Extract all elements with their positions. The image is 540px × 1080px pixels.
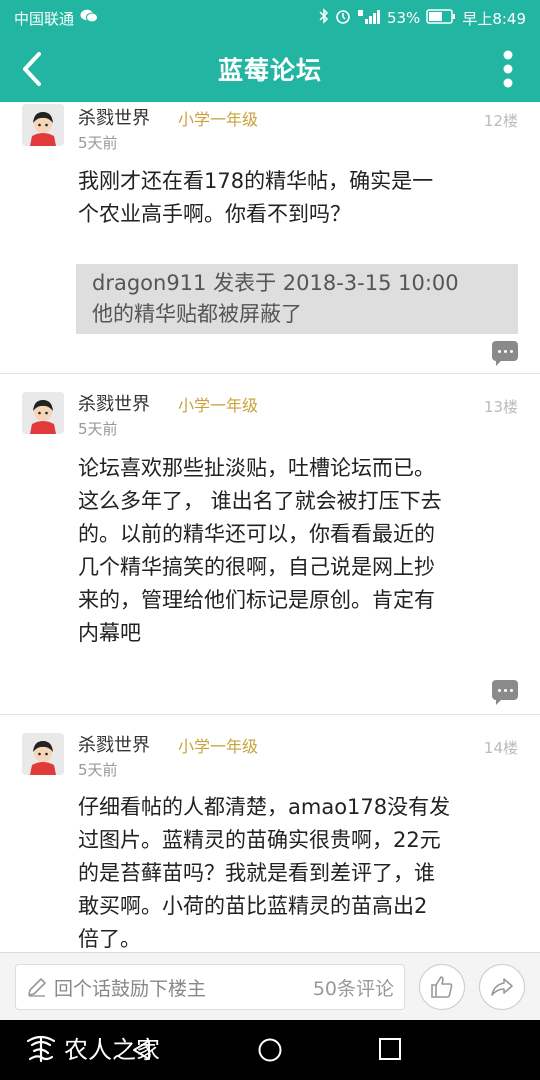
battery-percent: 53%	[386, 9, 421, 27]
quote-text: 他的精华贴都被屏蔽了	[92, 302, 302, 326]
wechat-icon	[80, 9, 99, 27]
comment-count[interactable]: 50条评论	[313, 974, 394, 1001]
back-button[interactable]	[0, 36, 64, 102]
post-list[interactable]: 杀戮世界 小学一年级 5天前 12楼 我刚才还在看178的精华帖，确实是一 个农…	[0, 102, 540, 952]
more-vertical-icon	[503, 50, 513, 88]
signal-icon	[357, 8, 381, 28]
comment-button[interactable]	[492, 680, 518, 705]
reply-line: 的是苔藓苗吗？我就是看到差评了，谁	[78, 861, 435, 885]
reply-line: 敢买啊。小荷的苗比蓝精灵的苗高出2	[78, 894, 428, 918]
thumbs-up-icon	[431, 976, 453, 998]
reply-item: 杀戮世界 小学一年级 5天前 12楼 我刚才还在看178的精华帖，确实是一 个农…	[0, 102, 540, 374]
username[interactable]: 杀戮世界	[78, 390, 150, 416]
post-time: 5天前	[78, 134, 118, 152]
reply-line: 的。以前的精华还可以，你看看最近的	[78, 522, 435, 546]
reply-line: 这么多年了， 谁出名了就会被打压下去	[78, 489, 442, 513]
share-icon	[491, 978, 513, 996]
nav-home-icon[interactable]	[257, 1037, 283, 1063]
user-grade-badge: 小学一年级	[178, 737, 259, 756]
reply-content: 论坛喜欢那些扯淡贴，吐槽论坛而已。 这么多年了， 谁出名了就会被打压下去 的。以…	[78, 452, 510, 650]
reply-content: 我刚才还在看178的精华帖，确实是一 个农业高手啊。你看不到吗？	[78, 165, 510, 231]
user-grade-badge: 小学一年级	[178, 396, 259, 415]
bluetooth-icon	[319, 8, 329, 28]
nav-recents-icon[interactable]	[378, 1037, 402, 1061]
share-button[interactable]	[479, 964, 525, 1010]
reply-line: 论坛喜欢那些扯淡贴，吐槽论坛而已。	[78, 456, 435, 480]
post-time: 5天前	[78, 761, 118, 779]
reply-line: 过图片。蓝精灵的苗确实很贵啊，22元	[78, 828, 441, 852]
back-arrow-icon	[23, 52, 41, 86]
reply-line: 我刚才还在看178的精华帖，确实是一	[78, 169, 434, 193]
username[interactable]: 杀戮世界	[78, 104, 150, 130]
reply-line: 内幕吧	[78, 621, 141, 645]
user-grade-badge: 小学一年级	[178, 110, 259, 129]
alarm-icon	[335, 8, 351, 28]
avatar[interactable]	[22, 104, 64, 146]
reply-line: 几个精华搞笑的很啊，自己说是网上抄	[78, 555, 435, 579]
reply-line: 倍了。	[78, 927, 141, 951]
quote-header: dragon911 发表于 2018-3-15 10:00	[92, 271, 459, 295]
nav-back-icon[interactable]	[130, 1038, 154, 1062]
reply-placeholder: 回个话鼓励下楼主	[54, 977, 207, 1000]
avatar[interactable]	[22, 733, 64, 775]
app-bar: 蓝莓论坛	[0, 36, 540, 102]
reply-item: 杀戮世界 小学一年级 5天前 13楼 论坛喜欢那些扯淡贴，吐槽论坛而已。 这么多…	[0, 374, 540, 715]
post-time: 5天前	[78, 420, 118, 438]
reply-line: 来的，管理给他们标记是原创。肯定有	[78, 588, 435, 612]
like-button[interactable]	[419, 964, 465, 1010]
floor-number: 14楼	[483, 739, 518, 757]
status-bar: 中国联通 53% 早上8:49	[0, 0, 540, 36]
page-title: 蓝莓论坛	[217, 56, 322, 85]
edit-pencil-icon	[28, 978, 46, 997]
carrier-label: 中国联通	[14, 9, 75, 28]
quote-block: dragon911 发表于 2018-3-15 10:00 他的精华贴都被屏蔽了	[76, 264, 518, 334]
comment-button[interactable]	[492, 341, 518, 366]
floor-number: 12楼	[483, 112, 518, 130]
clock-label: 早上8:49	[462, 9, 526, 28]
reply-line: 仔细看帖的人都清楚，amao178没有发	[78, 795, 451, 819]
reply-item: 杀戮世界 小学一年级 5天前 14楼 仔细看帖的人都清楚，amao178没有发 …	[0, 715, 540, 952]
reply-line: 个农业高手啊。你看不到吗？	[78, 202, 351, 226]
system-nav-bar: 农人之家	[0, 1020, 540, 1080]
floor-number: 13楼	[483, 398, 518, 416]
reply-bar: 回个话鼓励下楼主 50条评论	[0, 952, 540, 1020]
reply-content: 仔细看帖的人都清楚，amao178没有发 过图片。蓝精灵的苗确实很贵啊，22元 …	[78, 791, 510, 952]
avatar[interactable]	[22, 392, 64, 434]
username[interactable]: 杀戮世界	[78, 731, 150, 757]
watermark-logo-icon	[26, 1035, 56, 1062]
reply-input[interactable]: 回个话鼓励下楼主 50条评论	[15, 964, 405, 1010]
battery-icon	[426, 8, 456, 28]
more-options-button[interactable]	[476, 36, 540, 102]
